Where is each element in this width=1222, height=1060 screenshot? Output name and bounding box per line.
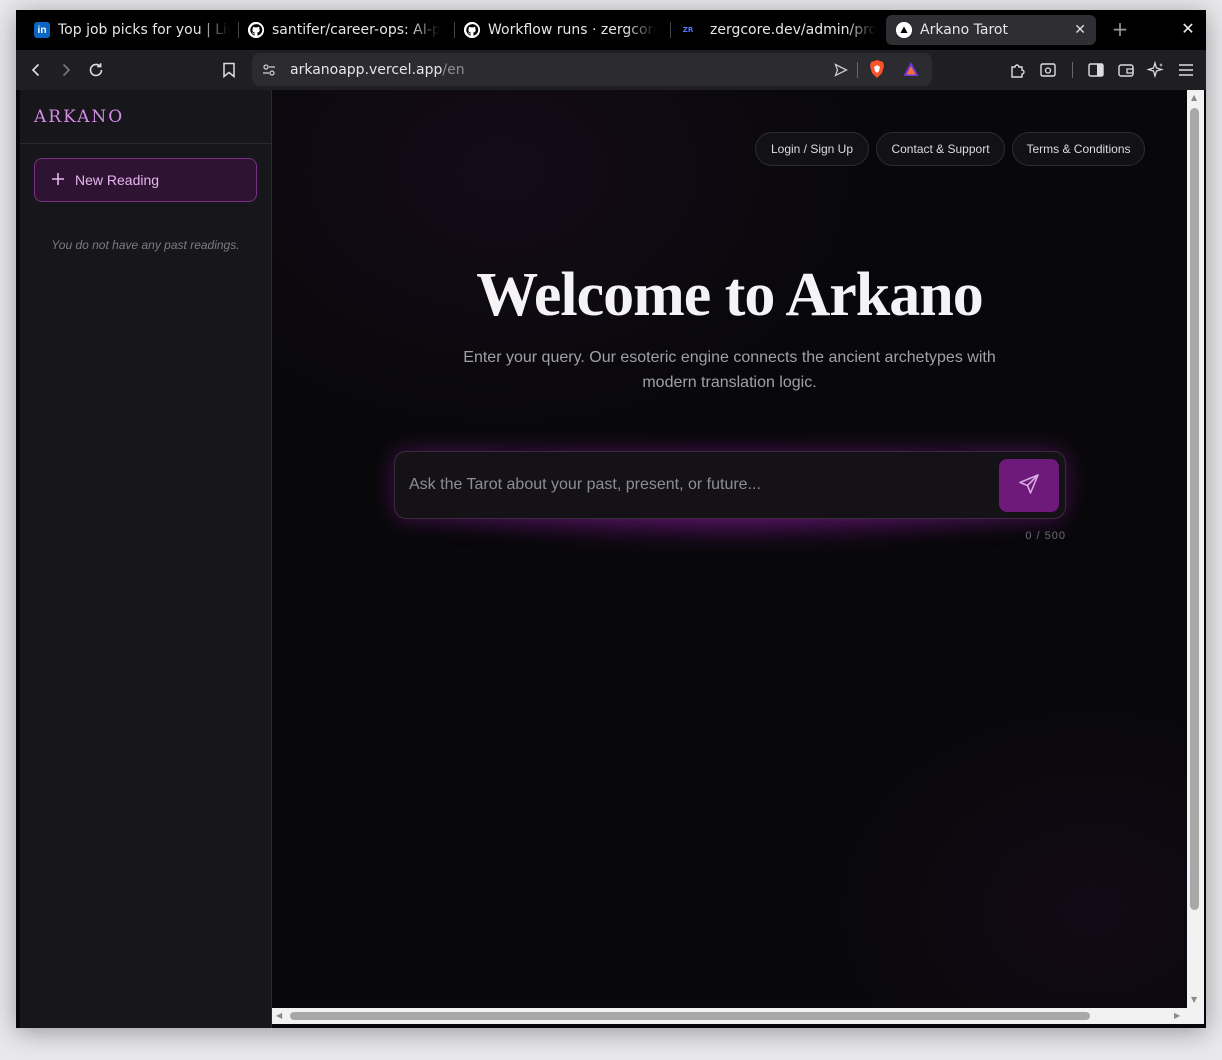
character-counter: 0 / 500 bbox=[1025, 530, 1066, 542]
scroll-left-icon[interactable]: ◀ bbox=[276, 1012, 282, 1020]
page-viewport: ARKANO New Reading You do not have any p… bbox=[16, 90, 1206, 1028]
app-logo[interactable]: ARKANO bbox=[34, 107, 124, 127]
scroll-down-icon[interactable]: ▼ bbox=[1191, 996, 1197, 1004]
tab-title: santifer/career-ops: AI-p bbox=[272, 22, 440, 38]
query-box bbox=[394, 451, 1066, 519]
zergcore-icon: ZR bbox=[682, 26, 694, 34]
address-bar[interactable]: arkanoapp.vercel.app/en bbox=[252, 53, 932, 86]
close-tab-icon[interactable]: ✕ bbox=[1064, 22, 1086, 38]
tab-separator bbox=[454, 22, 455, 38]
scroll-right-icon[interactable]: ▶ bbox=[1174, 1012, 1180, 1020]
page-subtitle: Enter your query. Our esoteric engine co… bbox=[463, 349, 996, 391]
tab-workflow-runs[interactable]: Workflow runs · zergcore bbox=[464, 15, 656, 45]
empty-readings-message: You do not have any past readings. bbox=[51, 238, 240, 252]
github-icon bbox=[464, 22, 480, 38]
page-title: Welcome to Arkano bbox=[476, 261, 984, 329]
tab-arkano-tarot[interactable]: Arkano Tarot ✕ bbox=[886, 15, 1096, 45]
new-reading-label: New Reading bbox=[75, 172, 160, 188]
vertical-scrollbar[interactable]: ▲ ▼ bbox=[1187, 90, 1204, 1008]
contact-support-button[interactable]: Contact & Support bbox=[876, 132, 1005, 166]
url-text: arkanoapp.vercel.app/en bbox=[290, 62, 465, 78]
browser-toolbar: arkanoapp.vercel.app/en bbox=[16, 50, 1206, 90]
vertical-scrollbar-thumb[interactable] bbox=[1190, 108, 1199, 910]
linkedin-icon: in bbox=[34, 22, 50, 38]
bookmark-icon[interactable] bbox=[217, 58, 241, 82]
tab-separator bbox=[238, 22, 239, 38]
sidebar-toggle-icon[interactable] bbox=[1084, 58, 1108, 82]
scroll-up-icon[interactable]: ▲ bbox=[1191, 94, 1197, 102]
new-reading-button[interactable]: New Reading bbox=[34, 158, 257, 202]
wallet-icon[interactable] bbox=[1114, 58, 1138, 82]
sidebar: ARKANO New Reading You do not have any p… bbox=[20, 90, 272, 1028]
reload-icon[interactable] bbox=[84, 58, 108, 82]
send-icon bbox=[1017, 472, 1041, 500]
main-content: Login / Sign Up Contact & Support Terms … bbox=[272, 90, 1187, 1008]
forward-icon[interactable] bbox=[54, 58, 78, 82]
horizontal-scrollbar-thumb[interactable] bbox=[290, 1012, 1090, 1020]
toolbar-divider bbox=[1072, 62, 1073, 78]
sidebar-divider bbox=[20, 143, 271, 144]
tab-separator bbox=[670, 22, 671, 38]
extensions-icon[interactable] bbox=[1006, 58, 1030, 82]
send-query-button[interactable] bbox=[999, 459, 1059, 512]
login-signup-button[interactable]: Login / Sign Up bbox=[755, 132, 869, 166]
tab-zergcore-admin[interactable]: ZR zergcore.dev/admin/proj bbox=[680, 15, 876, 45]
tab-linkedin[interactable]: in Top job picks for you | Lin bbox=[34, 15, 230, 45]
screenshot-icon[interactable] bbox=[1036, 58, 1060, 82]
site-settings-icon[interactable] bbox=[262, 62, 276, 81]
terms-conditions-button[interactable]: Terms & Conditions bbox=[1012, 132, 1145, 166]
triangle-icon bbox=[896, 22, 912, 38]
tab-title: Arkano Tarot bbox=[920, 22, 1008, 38]
send-page-icon[interactable] bbox=[834, 62, 848, 81]
tab-career-ops[interactable]: santifer/career-ops: AI-p bbox=[248, 15, 440, 45]
window-close-button[interactable]: ✕ bbox=[1178, 19, 1198, 39]
tab-title: zergcore.dev/admin/proj bbox=[710, 22, 876, 38]
toolbar-divider bbox=[857, 62, 858, 78]
tab-title: Workflow runs · zergcore bbox=[488, 22, 656, 38]
plus-icon bbox=[51, 171, 65, 189]
tarot-query-input[interactable] bbox=[409, 466, 989, 504]
tab-title: Top job picks for you | Lin bbox=[58, 22, 230, 38]
github-icon bbox=[248, 22, 264, 38]
leo-ai-icon[interactable] bbox=[1144, 58, 1168, 82]
menu-icon[interactable] bbox=[1174, 58, 1198, 82]
horizontal-scrollbar[interactable]: ◀ ▶ bbox=[272, 1008, 1204, 1024]
tab-strip: in Top job picks for you | Lin santifer/… bbox=[16, 10, 1206, 50]
back-icon[interactable] bbox=[24, 58, 48, 82]
browser-window: in Top job picks for you | Lin santifer/… bbox=[16, 10, 1206, 1028]
brave-rewards-icon[interactable] bbox=[902, 60, 920, 82]
brave-shields-icon[interactable] bbox=[868, 59, 886, 83]
new-tab-button[interactable]: + bbox=[1110, 19, 1130, 39]
